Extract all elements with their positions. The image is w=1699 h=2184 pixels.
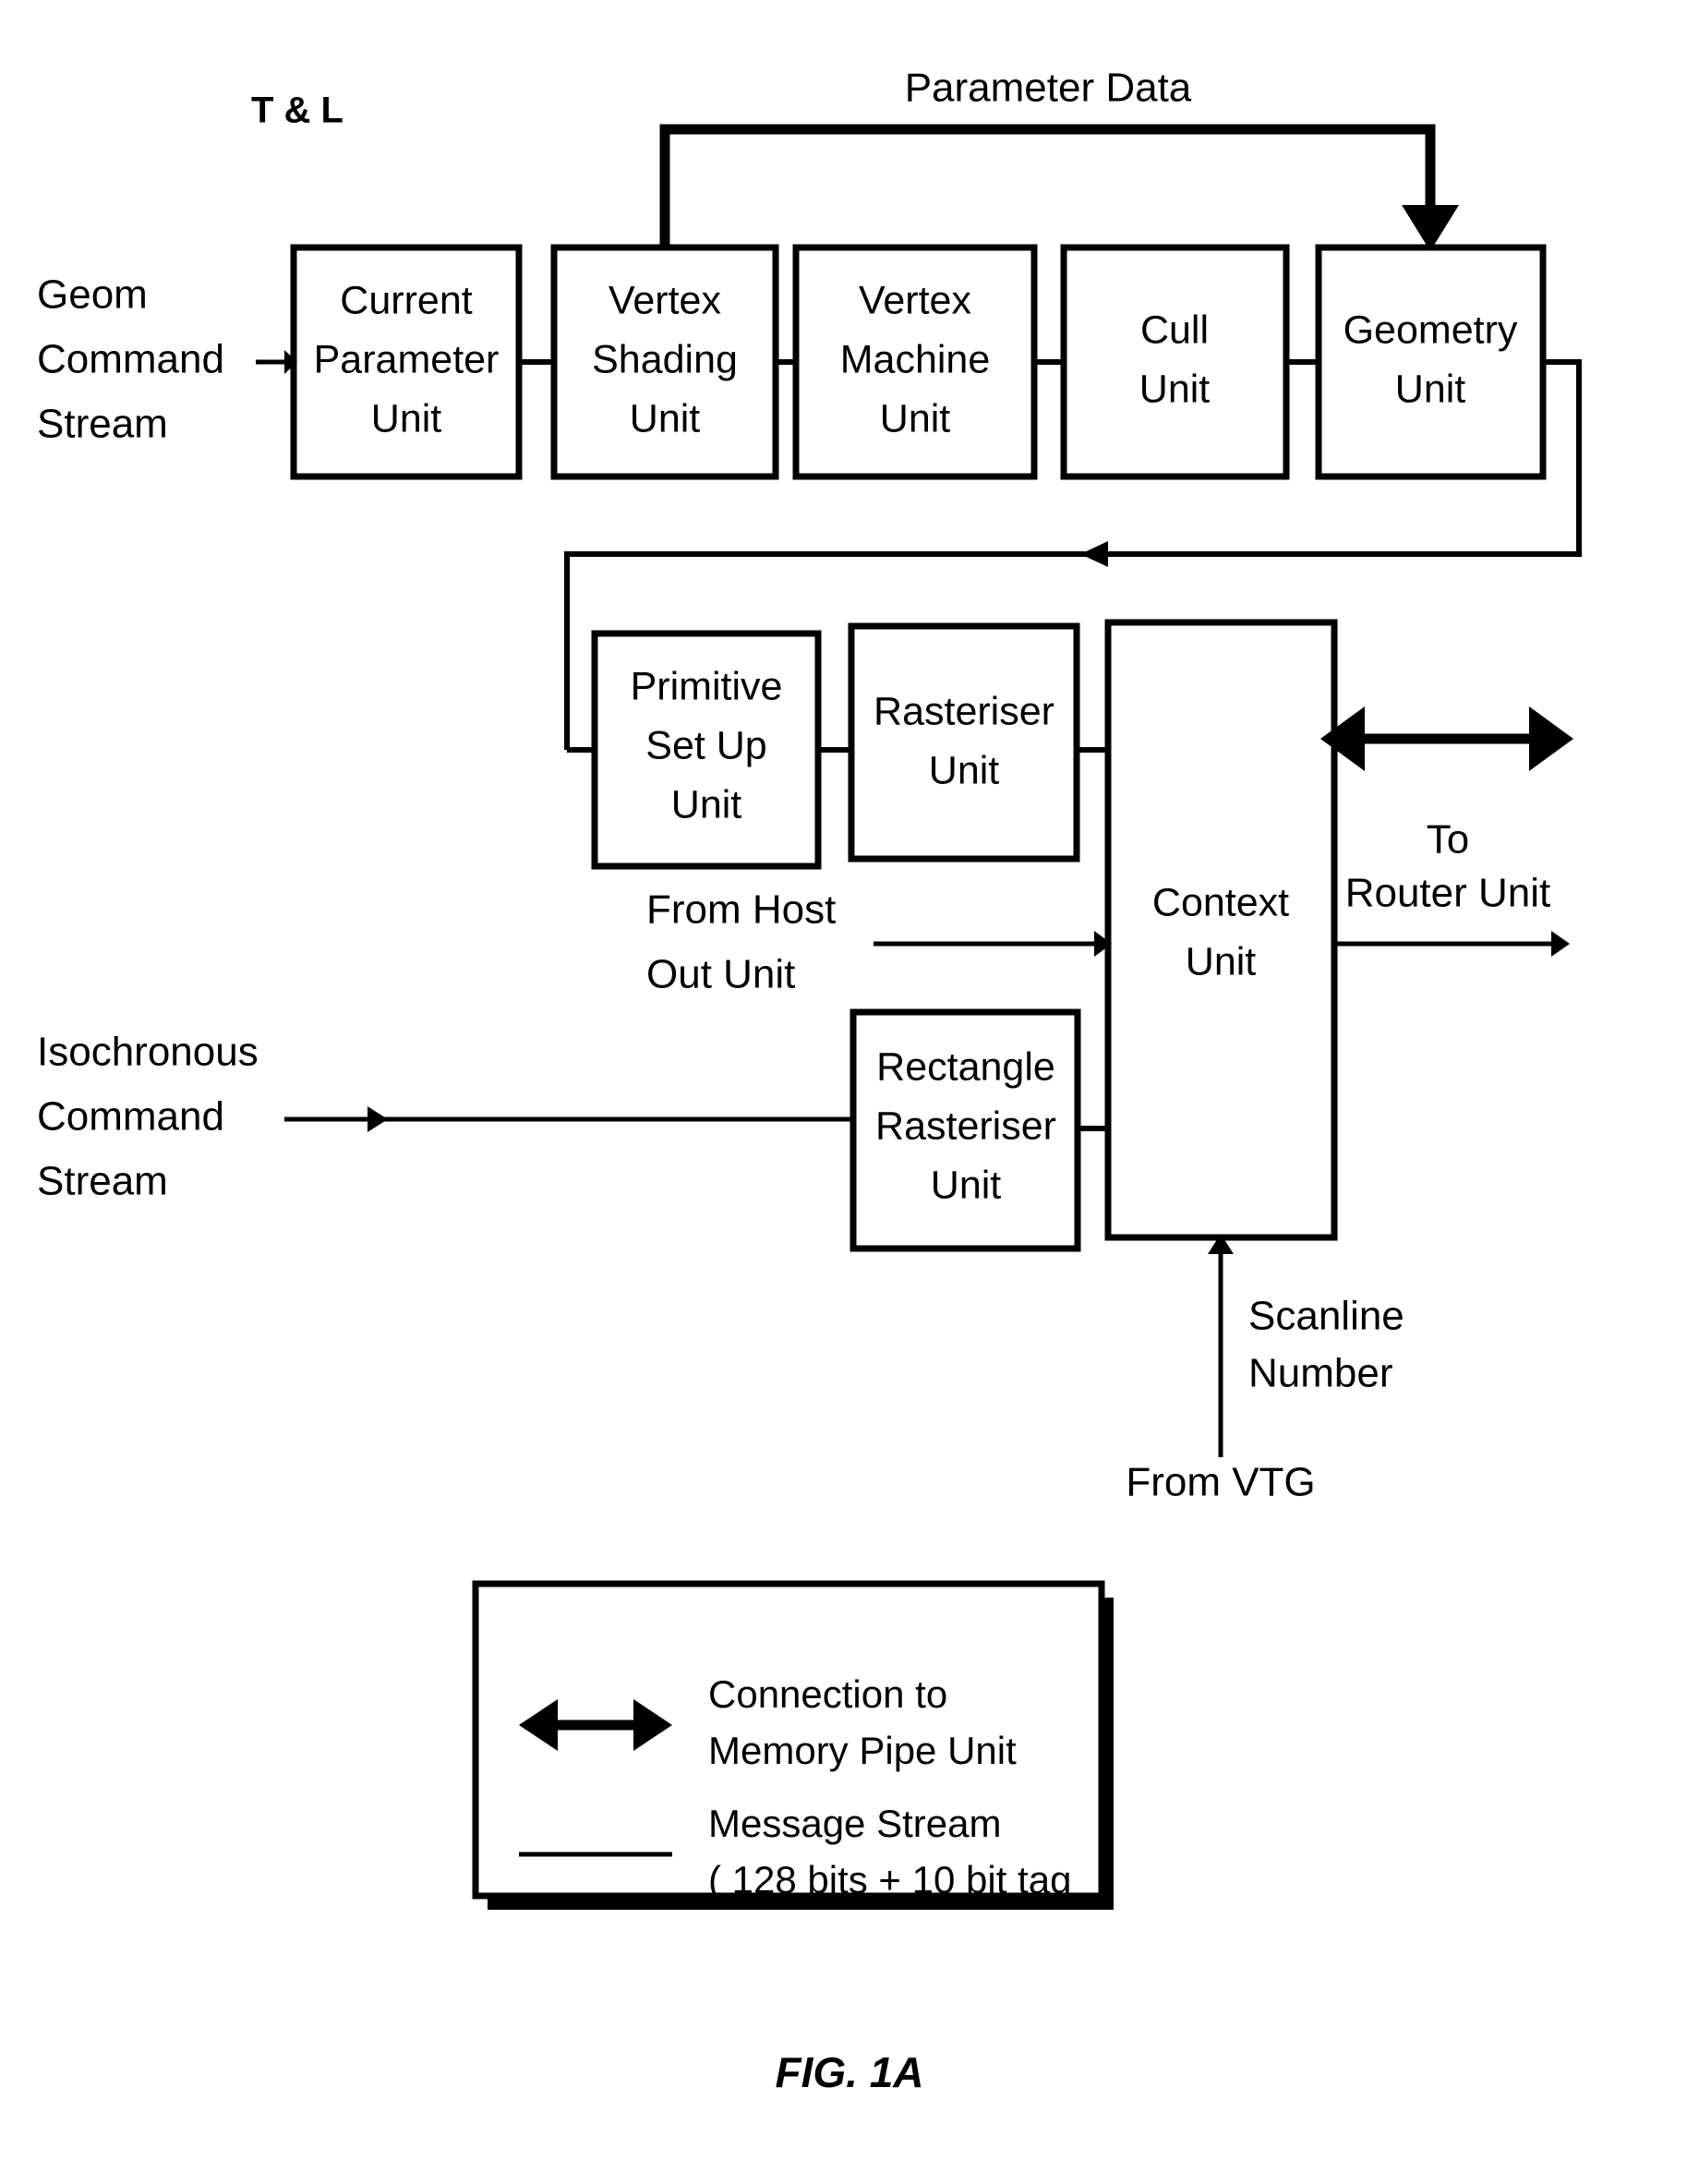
label-isochronous-line2: Command xyxy=(37,1094,224,1140)
label-parameter-data: Parameter Data xyxy=(905,66,1192,111)
box-label-line3: Unit xyxy=(371,396,442,440)
arrow-isochronous-command-stream xyxy=(284,1106,853,1132)
box-label-line2: Parameter xyxy=(314,337,500,381)
box-outline xyxy=(1104,619,1338,1241)
box-rasteriser-unit: Rasteriser Unit xyxy=(848,622,1080,863)
label-isochronous-line3: Stream xyxy=(37,1159,168,1204)
box-cull-unit: Cull Unit xyxy=(1060,244,1290,480)
box-label-line3: Unit xyxy=(880,396,951,440)
box-vertex-machine-unit: Vertex Machine Unit xyxy=(792,244,1038,480)
box-label-line1: Primitive xyxy=(631,664,783,708)
label-isochronous-line1: Isochronous xyxy=(37,1030,259,1075)
box-label-line1: Rectangle xyxy=(876,1044,1055,1089)
box-label-line1: Vertex xyxy=(859,278,971,322)
box-label-line1: Geometry xyxy=(1344,308,1518,352)
legend-entry-1-line2: ( 128 bits + 10 bit tag xyxy=(708,1858,1071,1901)
legend: Connection to Memory Pipe Unit Message S… xyxy=(472,1580,1114,1910)
box-outline xyxy=(848,622,1080,863)
box-primitive-set-up-unit: Primitive Set Up Unit xyxy=(591,630,822,870)
box-label-line1: Cull xyxy=(1140,308,1209,352)
arrow-memory-pipe-double xyxy=(1320,706,1573,771)
arrow-from-host-out-unit xyxy=(874,931,1112,957)
box-label-line3: Unit xyxy=(630,396,701,440)
legend-entry-1-line1: Message Stream xyxy=(708,1802,1001,1845)
box-label-line1: Rasteriser xyxy=(874,689,1054,733)
box-geometry-unit: Geometry Unit xyxy=(1315,244,1547,480)
box-outline xyxy=(1060,244,1290,480)
box-label-line2: Set Up xyxy=(645,723,766,767)
box-label-line2: Shading xyxy=(592,337,738,381)
box-current-parameter-unit: Current Parameter Unit xyxy=(290,244,523,480)
box-label-line2: Unit xyxy=(1395,367,1466,411)
box-label-line2: Rasteriser xyxy=(875,1104,1056,1148)
box-rectangle-rasteriser-unit: Rectangle Rasteriser Unit xyxy=(850,1008,1081,1252)
label-to-router-unit-line2: Router Unit xyxy=(1345,871,1551,916)
label-from-host-out-unit-line1: From Host xyxy=(646,887,836,933)
box-label-line2: Unit xyxy=(929,748,1000,792)
box-context-unit: Context Unit xyxy=(1104,619,1338,1241)
block-diagram-canvas: Current Parameter Unit Vertex Shading Un… xyxy=(37,66,1582,2096)
wire-parameter-data-feedback xyxy=(659,124,1459,251)
label-geom-command-stream-line2: Command xyxy=(37,337,224,382)
label-from-vtg: From VTG xyxy=(1126,1460,1315,1505)
box-label-line2: Machine xyxy=(840,337,991,381)
label-geom-command-stream-line3: Stream xyxy=(37,402,168,447)
label-scanline-number-line1: Scanline xyxy=(1248,1294,1404,1339)
arrow-scanline-number xyxy=(1208,1234,1234,1457)
box-label-line3: Unit xyxy=(671,782,742,827)
box-label-line2: Unit xyxy=(1186,939,1257,983)
box-outline xyxy=(1315,244,1547,480)
label-scanline-number-line2: Number xyxy=(1248,1351,1393,1396)
patent-figure-1a: Current Parameter Unit Vertex Shading Un… xyxy=(0,0,1699,2184)
box-vertex-shading-unit: Vertex Shading Unit xyxy=(550,244,779,480)
box-label-line1: Current xyxy=(340,278,472,322)
label-t-and-l: T & L xyxy=(251,90,343,131)
label-from-host-out-unit-line2: Out Unit xyxy=(646,952,795,997)
box-label-line1: Context xyxy=(1152,880,1289,924)
legend-entry-0-line1: Connection to xyxy=(708,1672,947,1716)
label-geom-command-stream-line1: Geom xyxy=(37,272,148,318)
arrow-to-router-unit-out xyxy=(1334,931,1570,957)
box-label-line3: Unit xyxy=(931,1163,1002,1207)
legend-entry-0-line2: Memory Pipe Unit xyxy=(708,1729,1017,1772)
label-to-router-unit-line1: To xyxy=(1427,817,1469,863)
figure-caption: FIG. 1A xyxy=(775,2048,923,2096)
box-label-line1: Vertex xyxy=(609,278,721,322)
box-label-line2: Unit xyxy=(1139,367,1211,411)
